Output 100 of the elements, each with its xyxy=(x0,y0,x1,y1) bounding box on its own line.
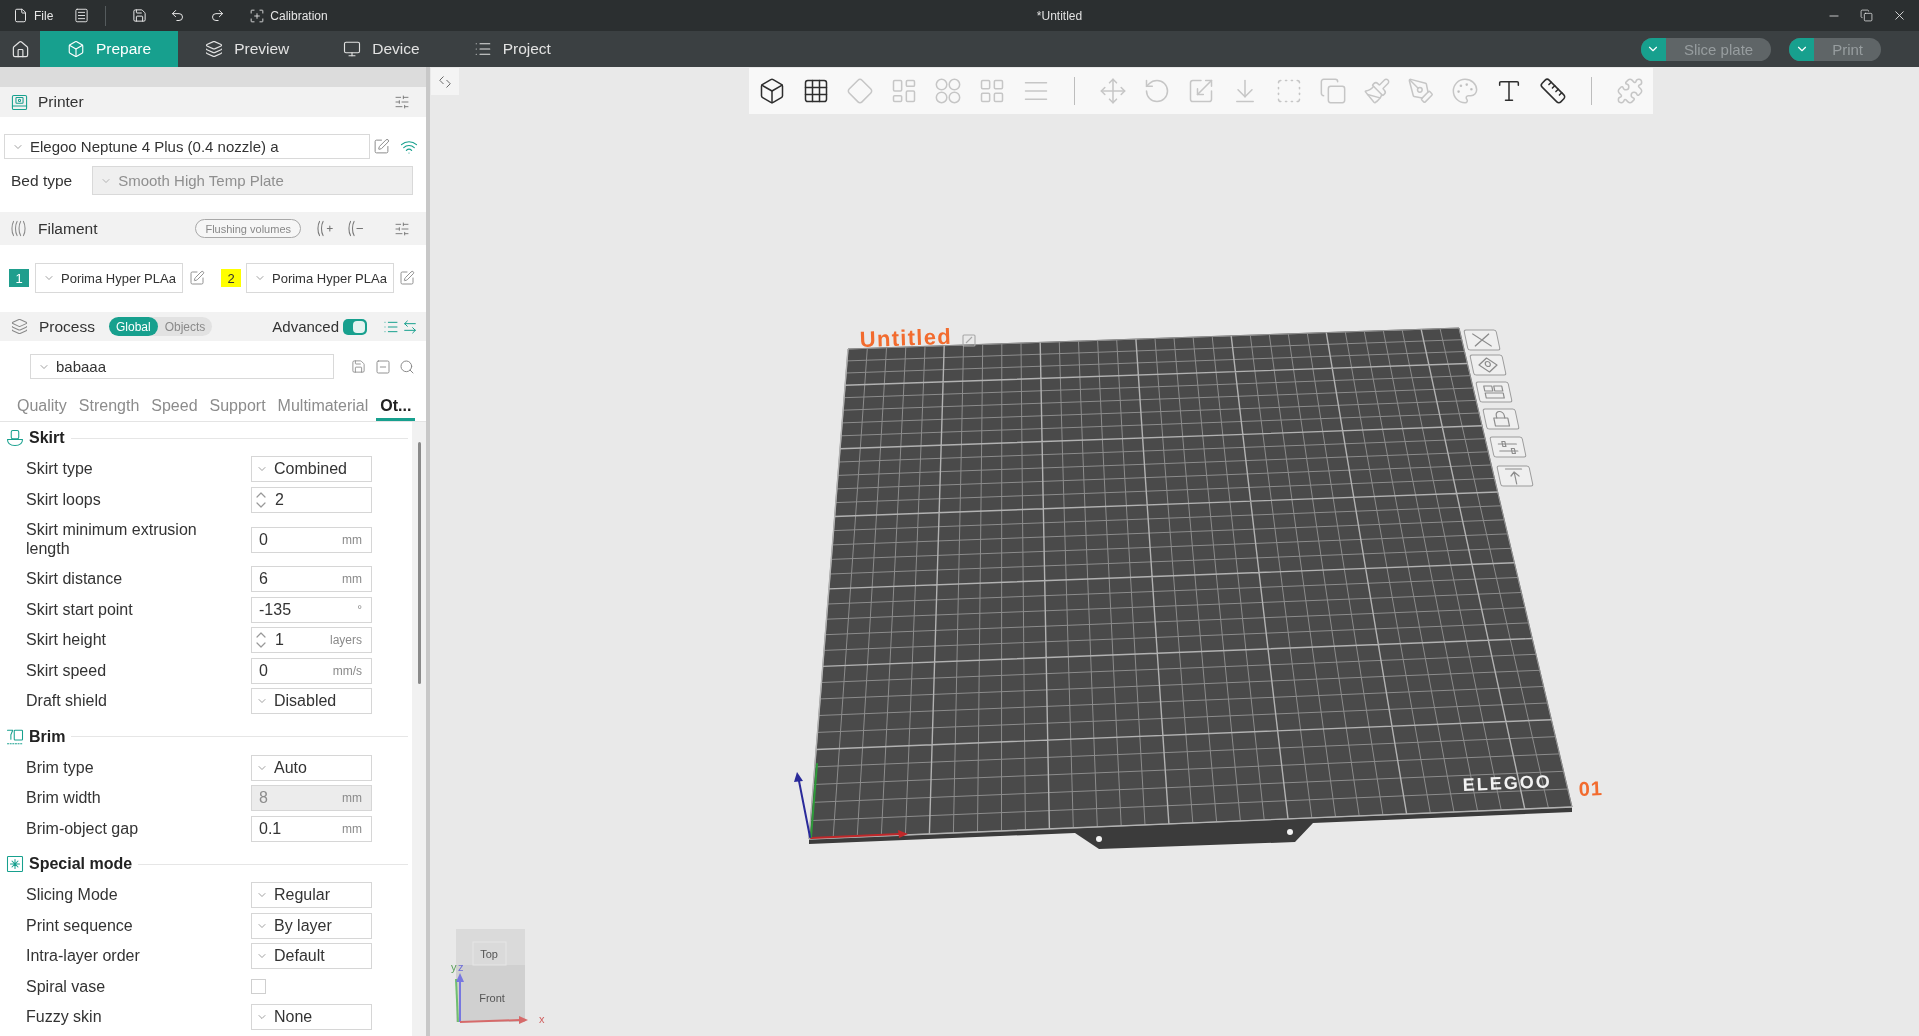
tray-icon xyxy=(6,429,24,447)
grid-icon[interactable] xyxy=(802,77,830,105)
arrow-up-icon[interactable] xyxy=(1496,465,1534,487)
panel-title: Filament xyxy=(38,219,98,238)
panel-title: Printer xyxy=(38,93,84,111)
edit-icon[interactable] xyxy=(189,270,205,286)
layers-icon xyxy=(205,40,224,58)
plate-name: Untitled xyxy=(859,323,953,352)
option-label: Skirt distance xyxy=(26,570,123,587)
nav-tab[interactable]: Preview xyxy=(178,31,317,67)
toggle-switch[interactable] xyxy=(343,318,367,335)
sliders-icon[interactable] xyxy=(1489,436,1527,458)
swap-icon[interactable] xyxy=(402,318,418,335)
list-icon[interactable] xyxy=(74,8,90,23)
field-label: Bed type xyxy=(11,171,73,190)
dropdown[interactable]: By layer xyxy=(251,912,372,939)
file-menu[interactable]: File xyxy=(13,8,54,23)
slot-number: 2 xyxy=(221,269,241,287)
dropdown[interactable]: Regular xyxy=(251,882,372,909)
option-label: Print sequence xyxy=(26,916,133,934)
cube-face-label: Front xyxy=(479,992,505,1004)
option-label: Fuzzy skin xyxy=(26,1008,102,1025)
filament-dropdown[interactable]: Porima Hyper PLAa xyxy=(246,263,394,293)
dropdown[interactable]: Auto xyxy=(251,754,372,781)
panels-icon[interactable] xyxy=(1475,381,1513,403)
settings-tab[interactable]: Ot... xyxy=(376,393,416,421)
dropdown[interactable]: Combined xyxy=(251,456,372,483)
caret-icon xyxy=(1789,37,1815,61)
nav-tab[interactable]: Project xyxy=(446,31,578,67)
undo-icon[interactable] xyxy=(170,8,186,23)
edit-icon[interactable] xyxy=(399,270,415,286)
option-label: Spiral vase xyxy=(26,977,106,995)
option-label: Brim-object gap xyxy=(26,819,139,837)
axis-label: x xyxy=(539,1013,545,1025)
caret-icon xyxy=(1640,37,1666,61)
axis-label: z xyxy=(458,961,464,973)
dropdown[interactable]: None xyxy=(251,1004,372,1031)
file-icon xyxy=(13,8,28,23)
checkbox[interactable] xyxy=(251,979,266,995)
sparkle-icon xyxy=(6,855,24,873)
plate-logo: ELEGOO xyxy=(1462,771,1553,795)
edit-icon[interactable] xyxy=(962,334,976,347)
calibration-menu[interactable]: Calibration xyxy=(250,8,328,23)
sliders-icon[interactable] xyxy=(394,220,410,237)
scrollbar[interactable] xyxy=(418,442,421,684)
option-label: Skirt height xyxy=(26,631,107,648)
number-field[interactable]: 0 mm/s xyxy=(251,657,372,684)
device-icon xyxy=(11,93,28,111)
nav-tab[interactable]: Device xyxy=(316,31,447,67)
settings-tab[interactable]: Support xyxy=(205,393,270,421)
printer-dropdown[interactable]: Elegoo Neptune 4 Plus (0.4 nozzle) a xyxy=(4,134,370,159)
dropdown[interactable]: Disabled xyxy=(251,688,372,715)
section-title: Skirt xyxy=(29,429,65,447)
axis-label: y xyxy=(451,961,457,973)
option-label: Slicing Mode xyxy=(26,886,118,903)
restore-icon[interactable] xyxy=(1860,9,1873,22)
number-field[interactable]: -135 ° xyxy=(251,596,372,623)
number-field[interactable]: 0 mm xyxy=(251,526,372,553)
number-field[interactable]: 0.1 mm xyxy=(251,815,372,842)
search-icon[interactable] xyxy=(399,358,415,375)
window-title: *Untitled xyxy=(1036,8,1083,23)
save-icon[interactable] xyxy=(132,8,148,23)
option-label: Brim width xyxy=(26,789,101,806)
minus-square-icon[interactable] xyxy=(375,358,391,375)
settings-tab[interactable]: Speed xyxy=(147,393,202,421)
edit-icon[interactable] xyxy=(373,138,390,155)
option-label: Skirt type xyxy=(26,460,93,477)
close-icon[interactable] xyxy=(1892,8,1907,23)
cube-icon[interactable] xyxy=(758,77,786,105)
monitor-icon xyxy=(343,40,362,58)
spool-plus-icon[interactable] xyxy=(316,220,333,237)
chevrons-icon xyxy=(438,74,452,89)
spool-minus-icon[interactable] xyxy=(347,220,364,237)
process-dropdown[interactable]: babaaa xyxy=(30,354,334,379)
option-label: Brim type xyxy=(26,758,94,776)
spin-field[interactable]: 1 layers xyxy=(251,627,372,654)
option-label: Intra-layer order xyxy=(26,947,140,964)
spin-field[interactable]: 2 xyxy=(251,486,372,513)
advanced-label: Advanced xyxy=(272,318,339,335)
option-label: Skirt start point xyxy=(26,600,133,618)
option-label: Skirt minimum extrusion length xyxy=(26,521,197,557)
collapse-button[interactable] xyxy=(431,68,459,95)
spool-icon xyxy=(10,220,27,237)
diamond-icon[interactable] xyxy=(1469,354,1507,376)
dropdown[interactable]: Default xyxy=(251,943,372,970)
section-title: Special mode xyxy=(29,855,133,873)
section-title: Brim xyxy=(29,727,66,746)
home-icon[interactable] xyxy=(10,39,30,59)
filament-dropdown[interactable]: Porima Hyper PLAa xyxy=(35,263,183,293)
ruler-icon[interactable] xyxy=(1539,77,1567,105)
option-label: Draft shield xyxy=(26,692,107,709)
sliders-icon[interactable] xyxy=(394,94,410,110)
view-cube[interactable] xyxy=(456,929,525,1022)
scan-icon xyxy=(250,8,265,23)
outline-shapes-icon xyxy=(6,727,24,746)
option-label: Skirt loops xyxy=(26,490,101,508)
list-icon xyxy=(473,40,492,58)
lock-icon[interactable] xyxy=(1482,408,1520,430)
redo-icon[interactable] xyxy=(210,8,226,23)
number-field[interactable]: 6 mm xyxy=(251,566,372,593)
